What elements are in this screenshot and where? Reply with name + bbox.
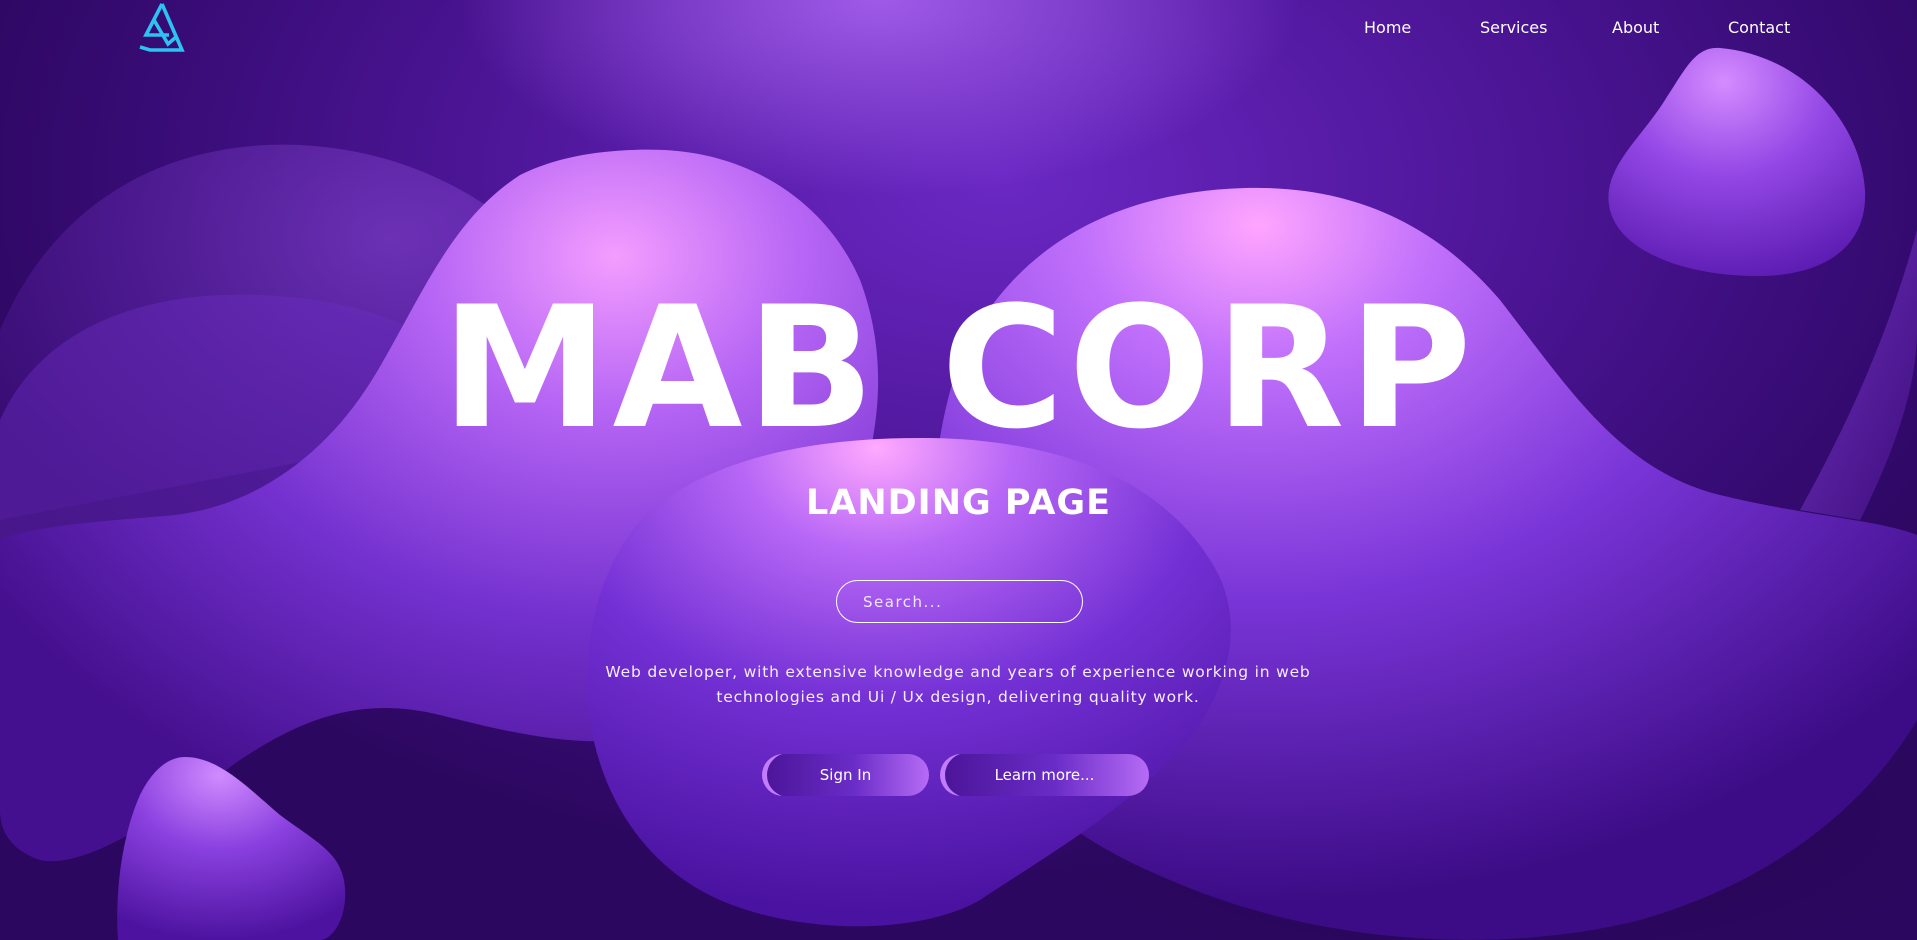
nav-link-contact[interactable]: Contact: [1728, 18, 1790, 38]
hero-title: MAB CORP: [441, 270, 1476, 466]
nav-link-about[interactable]: About: [1612, 18, 1659, 38]
learn-more-button[interactable]: Learn more...: [940, 754, 1149, 796]
sign-in-button[interactable]: Sign In: [762, 754, 929, 796]
landing-page: Home Services About Contact MAB CORP LAN…: [0, 0, 1917, 940]
search-container: [836, 580, 1083, 623]
nav-links: Home Services About Contact: [0, 18, 1917, 42]
background-blobs: [0, 47, 1917, 940]
hero-description: Web developer, with extensive knowledge …: [605, 663, 1311, 706]
nav-link-services[interactable]: Services: [1480, 18, 1547, 38]
top-navigation: Home Services About Contact: [0, 0, 1917, 56]
hero-subtitle: LANDING PAGE: [805, 483, 1112, 523]
search-input[interactable]: [836, 580, 1083, 623]
top-right-blob: [1608, 47, 1866, 277]
nav-link-home[interactable]: Home: [1364, 18, 1411, 38]
bottom-left-blob: [117, 757, 346, 940]
